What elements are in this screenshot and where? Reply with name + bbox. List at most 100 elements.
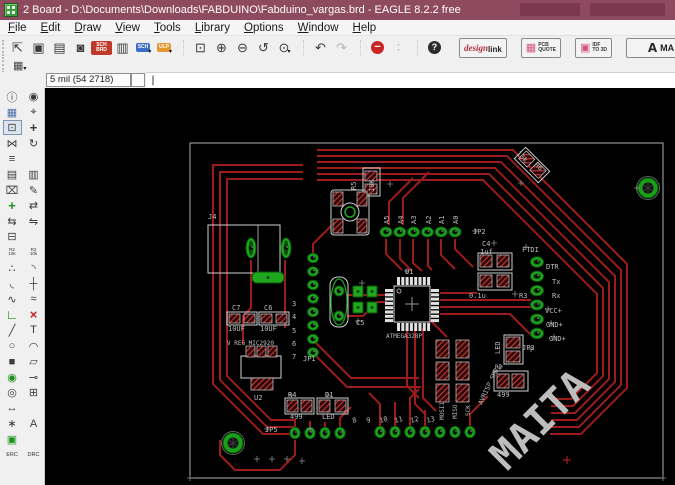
tool-copy-icon: ▤: [6, 168, 18, 181]
tool-miter-button[interactable]: ◝: [24, 261, 43, 276]
tool-drc-button[interactable]: ▣: [3, 432, 22, 447]
zoom-in-button[interactable]: ⊕: [211, 38, 232, 57]
toolbar-separator: [295, 39, 304, 56]
library-button[interactable]: ▥: [112, 38, 133, 57]
toolbar-drag-handle[interactable]: [2, 57, 10, 73]
tool-copy-button[interactable]: ▤: [3, 167, 22, 182]
tool-info-icon: ⓘ: [6, 91, 18, 104]
pcb-label: 13: [425, 415, 435, 425]
empty-cell: [24, 151, 43, 166]
pcb-label: 0.1u: [469, 292, 486, 300]
zoom-out-icon: ⊖: [237, 39, 248, 55]
tool-via-button[interactable]: ◉: [3, 370, 22, 385]
tool-circle-button[interactable]: ○: [3, 339, 22, 354]
tool-value-button[interactable]: R2 10k: [3, 245, 22, 260]
menu-item-draw[interactable]: Draw: [74, 22, 101, 34]
menu-item-tools[interactable]: Tools: [154, 22, 181, 34]
tool-split-icon: ∴: [8, 262, 16, 275]
menu-item-options[interactable]: Options: [244, 22, 284, 34]
open-button[interactable]: ⇱: [7, 38, 28, 57]
tool-arc-button[interactable]: ◠: [24, 339, 43, 354]
chip-pin: [385, 314, 393, 318]
pad-dot: [370, 306, 374, 309]
tool-group-button[interactable]: ⊡: [2, 120, 22, 136]
smd-pad: [267, 345, 278, 358]
tool-polygon-button[interactable]: ▱: [24, 354, 43, 369]
command-input[interactable]: |: [146, 72, 675, 88]
tool-smash-button[interactable]: R2 10k: [24, 245, 43, 260]
tool-autoroute-button[interactable]: A: [24, 416, 43, 431]
go-button[interactable]: ∶: [388, 38, 409, 57]
design-link-button[interactable]: design link: [459, 37, 507, 58]
tool-miter2-button[interactable]: ◟: [3, 276, 22, 291]
tool-ripup-button[interactable]: ×: [24, 307, 43, 322]
board-schematic-toggle-button[interactable]: SCH BRD: [91, 38, 112, 57]
grid-button[interactable]: ▦ ▾: [13, 59, 26, 72]
tool-mirror-button[interactable]: ⋈: [3, 136, 22, 151]
tool-hole-button[interactable]: ◎: [3, 385, 22, 400]
tool-show-button[interactable]: ◉: [24, 89, 43, 104]
tool-name-button[interactable]: ≡: [3, 151, 22, 166]
menu-item-view[interactable]: View: [115, 22, 140, 34]
tool-display-layers-button[interactable]: ▦: [3, 105, 22, 120]
zoom-fit-button[interactable]: ⊡: [190, 38, 211, 57]
save-button[interactable]: ▣: [28, 38, 49, 57]
pcb-label: Rx: [552, 292, 560, 300]
print-button[interactable]: ▤: [49, 38, 70, 57]
smd-pad: [505, 336, 521, 349]
tool-wire-button[interactable]: ╱: [3, 323, 22, 338]
toolbar-drag-handle[interactable]: [2, 39, 4, 56]
stop-button[interactable]: −: [367, 38, 388, 57]
zoom-out-button[interactable]: ⊖: [232, 38, 253, 57]
tool-rotate-button[interactable]: ↻: [24, 136, 43, 151]
tool-text-button[interactable]: T: [24, 323, 43, 338]
tool-diffpair-button[interactable]: ≈: [24, 292, 43, 307]
pcb-label: 10UF: [228, 325, 245, 333]
tool-errors-button[interactable]: ∗: [3, 416, 22, 431]
redo-button[interactable]: ↷: [331, 38, 352, 57]
tool-mark-button[interactable]: ⌖: [24, 105, 43, 120]
help-button[interactable]: ?: [424, 38, 445, 57]
tool-meander-button[interactable]: ∿: [3, 292, 22, 307]
tool-rect-button[interactable]: ■: [3, 354, 22, 369]
tool-gateswap-button[interactable]: ⇋: [24, 214, 43, 229]
tool-ratsnest-button[interactable]: ↔: [3, 401, 22, 416]
tool-change-button[interactable]: ✎: [24, 183, 43, 198]
tool-delete-button[interactable]: ⌧: [3, 183, 22, 198]
menu-item-edit[interactable]: Edit: [41, 22, 61, 34]
run-ulp-button[interactable]: ULP ▾: [154, 38, 175, 57]
zoom-redraw-button[interactable]: ↺: [253, 38, 274, 57]
tool-optimize-button[interactable]: ┼: [24, 276, 43, 291]
pcb-canvas[interactable]: J4 R5 10K A5 A4 A3 A2 A1 A0 JP2 C4.1uf 0.1u R3 FTDI DT…: [45, 88, 675, 485]
schematic-window-button[interactable]: SCH ▾: [133, 38, 154, 57]
tool-mirror-icon: ⋈: [6, 137, 18, 150]
tool-route-button[interactable]: ∟: [3, 307, 22, 322]
tool-signal-button[interactable]: ⊸: [24, 370, 43, 385]
titlebar: 2 Board - D:\Documents\Downloads\FABDUIN…: [0, 0, 675, 20]
idf-to-3d-button[interactable]: ▣ IDF TO 3D: [574, 37, 613, 58]
tool-lock-button[interactable]: ⊟: [3, 229, 22, 244]
undo-button[interactable]: ↶: [310, 38, 331, 57]
tool-add-button[interactable]: +: [3, 198, 22, 213]
menu-item-help[interactable]: Help: [353, 22, 377, 34]
origin-cross: [359, 280, 365, 286]
make-button[interactable]: A MA: [626, 37, 675, 58]
th-pad-glint: [313, 283, 315, 285]
tool-paste-button[interactable]: ▥: [24, 167, 43, 182]
menu-item-file[interactable]: File: [8, 22, 27, 34]
tool-split-button[interactable]: ∴: [3, 261, 22, 276]
tool-info-button[interactable]: ⓘ: [3, 89, 22, 104]
menu-item-window[interactable]: Window: [298, 22, 339, 34]
tool-attribute-button[interactable]: ⊞: [24, 385, 43, 400]
app-icon: [4, 3, 18, 17]
tool-hole-icon: ◎: [7, 387, 17, 400]
pcb-quote-button[interactable]: ▦ PCB QUOTE: [520, 37, 561, 58]
zoom-select-button[interactable]: ⊙ ▾: [274, 38, 295, 57]
tool-replace-button[interactable]: ⇄: [24, 198, 43, 213]
menu-item-library[interactable]: Library: [195, 22, 230, 34]
image-export-icon: ◙: [76, 40, 85, 55]
coordinate-mini-box: [131, 73, 145, 87]
image-export-button[interactable]: ◙: [70, 38, 91, 57]
tool-move-button[interactable]: +: [24, 120, 43, 135]
tool-pinswap-button[interactable]: ⇆: [3, 214, 22, 229]
